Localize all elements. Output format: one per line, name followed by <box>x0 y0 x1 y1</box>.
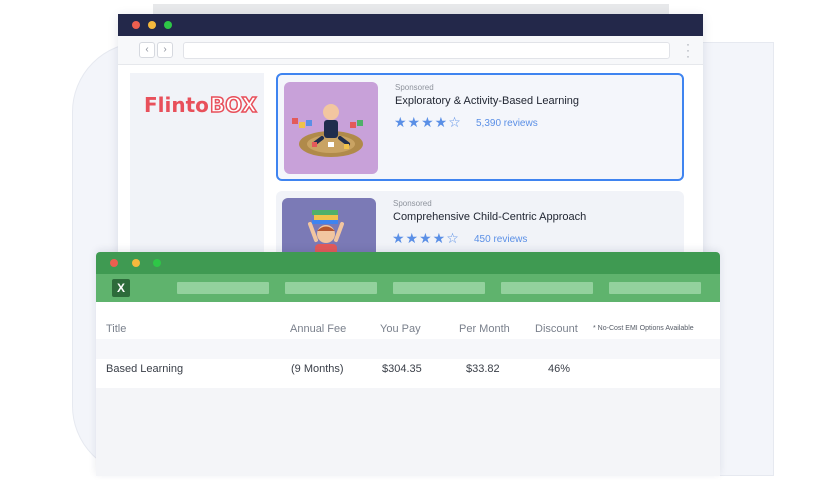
emi-note: * No-Cost EMI Options Available <box>593 325 694 332</box>
ad-thumbnail[interactable] <box>284 82 378 174</box>
close-window-button[interactable] <box>110 259 118 267</box>
chevron-left-icon: ‹ <box>145 44 149 55</box>
sponsored-label: Sponsored <box>393 199 432 208</box>
brand-sidebar: FlintoBOX <box>130 73 264 274</box>
star-rating: ★★★★☆ <box>392 231 460 247</box>
cell-discount[interactable]: 46% <box>548 363 570 375</box>
spreadsheet-ribbon: X <box>96 274 720 302</box>
browser-window: ‹ › · · · FlintoBOX Sponsored Explorator… <box>118 14 703 274</box>
ribbon-button[interactable] <box>609 282 701 294</box>
sponsored-label: Sponsored <box>395 83 434 92</box>
maximize-window-button[interactable] <box>164 21 172 29</box>
column-header-per-month[interactable]: Per Month <box>459 323 510 335</box>
flintobox-logo[interactable]: FlintoBOX <box>144 92 258 118</box>
close-window-button[interactable] <box>132 21 140 29</box>
table-header-row: Title Annual Fee You Pay Per Month Disco… <box>96 320 720 340</box>
ad-title[interactable]: Exploratory & Activity-Based Learning <box>395 95 579 107</box>
address-bar[interactable] <box>183 42 670 59</box>
chevron-right-icon: › <box>163 44 167 55</box>
spreadsheet-titlebar <box>96 252 720 274</box>
star-rating: ★★★★☆ <box>394 115 462 131</box>
reviews-count[interactable]: 450 reviews <box>474 234 527 245</box>
spreadsheet-empty-area <box>96 388 720 476</box>
minimize-window-button[interactable] <box>148 21 156 29</box>
excel-icon: X <box>112 279 130 297</box>
back-button[interactable]: ‹ <box>139 42 155 58</box>
logo-text-flinto: Flinto <box>144 93 209 117</box>
cell-per-month[interactable]: $33.82 <box>466 363 500 375</box>
table-row-divider <box>96 339 720 359</box>
child-playing-illustration <box>292 104 363 157</box>
cell-title[interactable]: Based Learning <box>106 363 183 375</box>
ad-title[interactable]: Comprehensive Child-Centric Approach <box>393 211 586 223</box>
ribbon-button[interactable] <box>177 282 269 294</box>
cell-annual-fee[interactable]: (9 Months) <box>291 363 344 375</box>
ribbon-button[interactable] <box>501 282 593 294</box>
maximize-window-button[interactable] <box>153 259 161 267</box>
cell-you-pay[interactable]: $304.35 <box>382 363 422 375</box>
column-header-title[interactable]: Title <box>106 323 126 335</box>
forward-button[interactable]: › <box>157 42 173 58</box>
browser-toolbar: ‹ › · · · <box>118 36 703 65</box>
column-header-annual-fee[interactable]: Annual Fee <box>290 323 346 335</box>
browser-titlebar <box>118 14 703 36</box>
minimize-window-button[interactable] <box>132 259 140 267</box>
search-results-page: FlintoBOX Sponsored Exploratory & Activi… <box>118 65 703 274</box>
column-header-discount[interactable]: Discount <box>535 323 578 335</box>
ribbon-button[interactable] <box>393 282 485 294</box>
column-header-you-pay[interactable]: You Pay <box>380 323 421 335</box>
spreadsheet-window: X Title Annual Fee You Pay Per Month Dis… <box>96 252 720 476</box>
logo-text-box: BOX <box>209 92 257 118</box>
vertical-dots-icon[interactable]: · · · <box>685 38 691 62</box>
ribbon-button[interactable] <box>285 282 377 294</box>
reviews-count[interactable]: 5,390 reviews <box>476 118 538 129</box>
sponsored-ad-card[interactable]: Sponsored Exploratory & Activity-Based L… <box>276 73 684 181</box>
